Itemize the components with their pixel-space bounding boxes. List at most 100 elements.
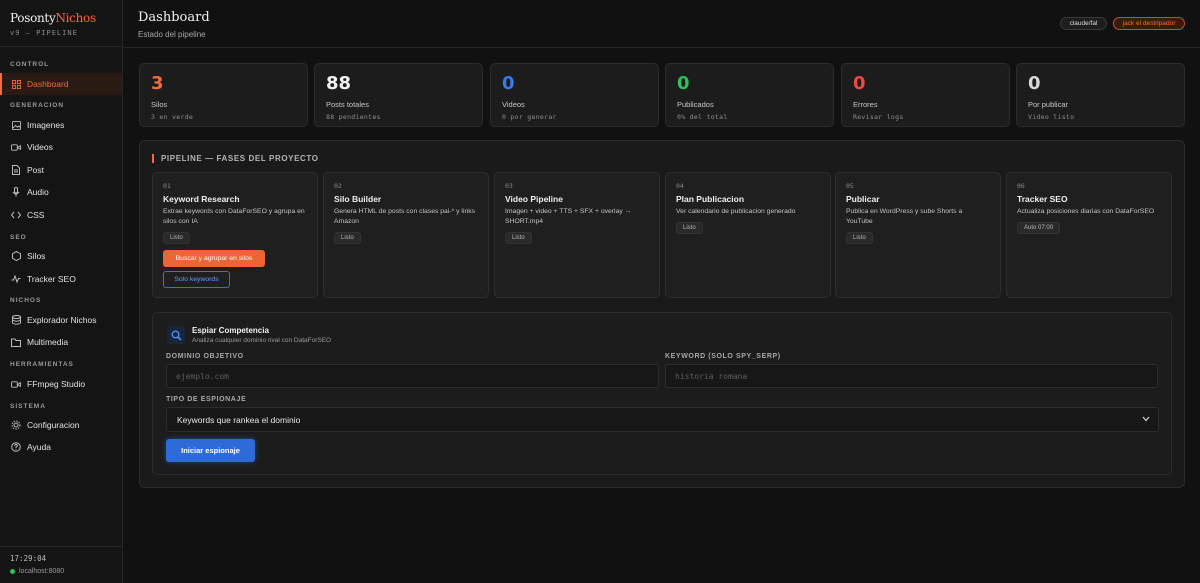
sidebar-item-ayuda[interactable]: Ayuda bbox=[0, 436, 122, 458]
dashboard-icon bbox=[11, 79, 21, 89]
user-badge[interactable]: jack el destripador bbox=[1113, 17, 1185, 30]
section-label: HERRAMIENTAS bbox=[10, 361, 74, 368]
stat-value: 0 bbox=[1028, 73, 1041, 94]
stat-value: 0 bbox=[677, 73, 690, 94]
section-label: NICHOS bbox=[10, 297, 42, 304]
server-status: localhost:8080 bbox=[10, 568, 112, 575]
section-seo: SEO bbox=[0, 234, 27, 241]
keyword-label: KEYWORD (SOLO SPY_SERP) bbox=[665, 353, 781, 360]
phase-description: Genera HTML de posts con clases pai-* y … bbox=[334, 208, 476, 225]
stat-card-errores: 0 Errores Revisar logs bbox=[841, 63, 1010, 127]
database-icon bbox=[11, 315, 21, 325]
phase-title: Plan Publicacion bbox=[676, 194, 745, 204]
spy-type-select[interactable]: Keywords que rankea el dominio bbox=[166, 407, 1159, 432]
spy-type-value: Keywords que rankea el dominio bbox=[177, 414, 301, 425]
help-icon bbox=[11, 442, 21, 452]
video-icon bbox=[11, 379, 21, 389]
sidebar-item-dashboard[interactable]: Dashboard bbox=[0, 73, 122, 95]
status-badge: Auto 07:00 bbox=[1017, 222, 1061, 234]
sidebar-item-label: Multimedia bbox=[27, 337, 69, 347]
phase-card-video-pipeline[interactable]: 03 Video Pipeline Imagen + video + TTS +… bbox=[494, 172, 660, 298]
sidebar-item-label: Configuracion bbox=[27, 420, 80, 430]
stat-sub: 0 por generar bbox=[502, 113, 557, 121]
group-silos-button[interactable]: Buscar y agrupar en silos bbox=[163, 250, 265, 267]
brand-title: PosontyNichos bbox=[10, 11, 112, 25]
trend-icon bbox=[11, 274, 21, 284]
stat-label: Por publicar bbox=[1028, 100, 1069, 109]
model-badge[interactable]: claude/fal bbox=[1060, 17, 1107, 30]
image-icon bbox=[11, 120, 21, 130]
section-sistema: SISTEMA bbox=[0, 403, 46, 410]
sidebar-item-label: Audio bbox=[27, 187, 49, 197]
section-generacion: GENERACION bbox=[0, 102, 64, 109]
phase-card-publicar[interactable]: 05 Publicar Publica en WordPress y sube … bbox=[835, 172, 1001, 298]
stat-value: 88 bbox=[326, 73, 352, 94]
keyword-input[interactable] bbox=[665, 364, 1158, 388]
phase-title: Publicar bbox=[846, 194, 880, 204]
phase-description: Actualiza posiciones diarias con DataFor… bbox=[1017, 208, 1155, 215]
post-icon bbox=[11, 165, 21, 175]
section-control: CONTROL bbox=[0, 61, 49, 68]
sidebar-item-multimedia[interactable]: Multimedia bbox=[0, 331, 122, 353]
stat-card-posts: 88 Posts totales 88 pendientes bbox=[314, 63, 483, 127]
pipeline-title: PIPELINE — FASES DEL PROYECTO bbox=[152, 154, 319, 163]
section-herramientas: HERRAMIENTAS bbox=[0, 361, 74, 368]
sidebar-item-imagenes[interactable]: Imagenes bbox=[0, 114, 122, 136]
stat-value: 0 bbox=[853, 73, 866, 94]
phase-title: Video Pipeline bbox=[505, 194, 563, 204]
section-label: SEO bbox=[10, 234, 27, 241]
stat-card-por-publicar: 0 Por publicar Video listo bbox=[1016, 63, 1185, 127]
stat-label: Silos bbox=[151, 100, 168, 109]
spy-subtitle: Analiza cualquier dominio rival con Data… bbox=[192, 337, 332, 344]
sidebar-item-explorador-nichos[interactable]: Explorador Nichos bbox=[0, 309, 122, 331]
stat-value: 3 bbox=[151, 73, 164, 94]
domain-label: DOMINIO OBJETIVO bbox=[166, 353, 244, 360]
sidebar-item-tracker-seo[interactable]: Tracker SEO bbox=[0, 268, 122, 290]
search-icon bbox=[167, 326, 185, 344]
phase-title: Keyword Research bbox=[163, 194, 240, 204]
host-label: localhost:8080 bbox=[19, 568, 65, 575]
phase-number: 06 bbox=[1017, 182, 1025, 190]
status-badge: Listo bbox=[505, 232, 532, 244]
chevron-down-icon bbox=[1142, 415, 1150, 424]
clock: 17:29:04 bbox=[10, 554, 47, 563]
stat-label: Posts totales bbox=[326, 100, 369, 109]
sidebar-item-css[interactable]: CSS bbox=[0, 204, 122, 226]
sidebar-item-ffmpeg-studio[interactable]: FFmpeg Studio bbox=[0, 373, 122, 395]
section-nichos: NICHOS bbox=[0, 297, 41, 304]
status-badge: Listo bbox=[163, 232, 190, 244]
stat-label: Videos bbox=[502, 100, 525, 109]
sidebar-item-configuracion[interactable]: Configuracion bbox=[0, 414, 122, 436]
phase-description: Imagen + video + TTS + SFX + overlay → S… bbox=[505, 208, 632, 225]
phase-number: 03 bbox=[505, 182, 513, 190]
status-badge: Listo bbox=[676, 222, 703, 234]
phase-description: Extrae keywords con DataForSEO y agrupa … bbox=[163, 208, 305, 225]
brand-title-accent: Nichos bbox=[55, 11, 96, 25]
stat-card-silos: 3 Silos 3 en verde bbox=[139, 63, 308, 127]
spy-title: Espiar Competencia bbox=[192, 326, 269, 335]
phase-card-silo-builder[interactable]: 02 Silo Builder Genera HTML de posts con… bbox=[323, 172, 489, 298]
stat-sub: Revisar logs bbox=[853, 113, 904, 121]
sidebar-item-label: Tracker SEO bbox=[27, 274, 76, 284]
gear-icon bbox=[11, 420, 21, 430]
sidebar-item-audio[interactable]: Audio bbox=[0, 181, 122, 203]
brand-title-main: Posonty bbox=[10, 11, 56, 25]
phase-title: Tracker SEO bbox=[1017, 194, 1068, 204]
phase-number: 05 bbox=[846, 182, 854, 190]
keywords-only-button[interactable]: Solo keywords bbox=[163, 271, 230, 288]
sidebar-item-label: Silos bbox=[27, 251, 46, 261]
phase-card-plan-publicacion[interactable]: 04 Plan Publicacion Ver calendario de pu… bbox=[665, 172, 831, 298]
phase-number: 04 bbox=[676, 182, 684, 190]
phase-card-tracker-seo[interactable]: 06 Tracker SEO Actualiza posiciones diar… bbox=[1006, 172, 1172, 298]
sidebar-item-silos[interactable]: Silos bbox=[0, 245, 122, 267]
page-subtitle: Estado del pipeline bbox=[138, 30, 206, 39]
video-icon bbox=[11, 142, 21, 152]
code-icon bbox=[11, 210, 21, 220]
stat-card-videos: 0 Videos 0 por generar bbox=[490, 63, 659, 127]
sidebar-item-label: Dashboard bbox=[27, 79, 69, 89]
start-spy-button[interactable]: Iniciar espionaje bbox=[166, 439, 255, 462]
stat-sub: 3 en verde bbox=[151, 113, 194, 121]
sidebar-item-post[interactable]: Post bbox=[0, 159, 122, 181]
sidebar-item-videos[interactable]: Videos bbox=[0, 136, 122, 158]
domain-input[interactable] bbox=[166, 364, 659, 388]
